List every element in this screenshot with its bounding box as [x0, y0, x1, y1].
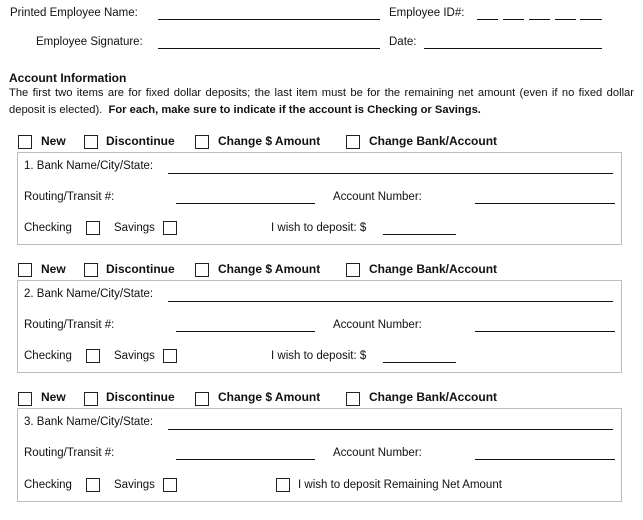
new-label: New: [41, 262, 66, 276]
new-label: New: [41, 134, 66, 148]
account-details-box: 2. Bank Name/City/State: Routing/Transit…: [17, 280, 622, 373]
change-amount-label: Change $ Amount: [218, 134, 321, 148]
employee-id-digit-field[interactable]: [477, 19, 498, 20]
change-amount-checkbox[interactable]: [195, 135, 209, 149]
discontinue-checkbox[interactable]: [84, 135, 98, 149]
discontinue-checkbox[interactable]: [84, 263, 98, 277]
remaining-net-amount-checkbox[interactable]: [276, 478, 290, 492]
account-section-1: New Discontinue Change $ Amount Change B…: [0, 133, 643, 253]
checking-checkbox[interactable]: [86, 221, 100, 235]
employee-id-digit-field[interactable]: [529, 19, 550, 20]
account-number-field[interactable]: [475, 331, 615, 332]
routing-field[interactable]: [176, 331, 315, 332]
discontinue-label: Discontinue: [106, 390, 175, 404]
routing-field[interactable]: [176, 203, 315, 204]
checking-label: Checking: [24, 350, 72, 362]
account-number-field[interactable]: [475, 459, 615, 460]
deposit-label: I wish to deposit: $: [271, 222, 367, 234]
account-info-instructions: The first two items are for fixed dollar…: [9, 85, 634, 119]
bank-name-field[interactable]: [168, 301, 613, 302]
routing-label: Routing/Transit #:: [24, 191, 115, 203]
account-section-2: New Discontinue Change $ Amount Change B…: [0, 261, 643, 381]
bank-name-label: 3. Bank Name/City/State:: [24, 416, 154, 428]
new-checkbox[interactable]: [18, 263, 32, 277]
change-bank-checkbox[interactable]: [346, 392, 360, 406]
routing-label: Routing/Transit #:: [24, 447, 115, 459]
discontinue-label: Discontinue: [106, 134, 175, 148]
checking-label: Checking: [24, 479, 72, 491]
savings-label: Savings: [114, 222, 155, 234]
routing-label: Routing/Transit #:: [24, 319, 115, 331]
new-label: New: [41, 390, 66, 404]
change-amount-label: Change $ Amount: [218, 390, 321, 404]
savings-label: Savings: [114, 350, 155, 362]
checking-checkbox[interactable]: [86, 478, 100, 492]
bank-name-field[interactable]: [168, 429, 613, 430]
printed-name-label: Printed Employee Name:: [10, 7, 138, 19]
employee-id-digit-field[interactable]: [503, 19, 524, 20]
bank-name-field[interactable]: [168, 173, 613, 174]
deposit-amount-field[interactable]: [383, 362, 456, 363]
remaining-net-amount-label: I wish to deposit Remaining Net Amount: [298, 479, 502, 491]
account-number-label: Account Number:: [333, 191, 422, 203]
date-field[interactable]: [424, 48, 602, 49]
change-amount-checkbox[interactable]: [195, 392, 209, 406]
deposit-amount-field[interactable]: [383, 234, 456, 235]
routing-field[interactable]: [176, 459, 315, 460]
account-info-heading: Account Information: [9, 71, 127, 85]
account-number-label: Account Number:: [333, 319, 422, 331]
account-number-field[interactable]: [475, 203, 615, 204]
change-amount-checkbox[interactable]: [195, 263, 209, 277]
discontinue-checkbox[interactable]: [84, 392, 98, 406]
new-checkbox[interactable]: [18, 135, 32, 149]
savings-label: Savings: [114, 479, 155, 491]
account-details-box: 3. Bank Name/City/State: Routing/Transit…: [17, 408, 622, 502]
checking-label: Checking: [24, 222, 72, 234]
discontinue-label: Discontinue: [106, 262, 175, 276]
deposit-label: I wish to deposit: $: [271, 350, 367, 362]
account-section-3: New Discontinue Change $ Amount Change B…: [0, 389, 643, 514]
savings-checkbox[interactable]: [163, 221, 177, 235]
change-bank-checkbox[interactable]: [346, 263, 360, 277]
instructions-emphasis: For each, make sure to indicate if the a…: [108, 104, 481, 116]
savings-checkbox[interactable]: [163, 349, 177, 363]
new-checkbox[interactable]: [18, 392, 32, 406]
account-details-box: 1. Bank Name/City/State: Routing/Transit…: [17, 152, 622, 245]
change-bank-checkbox[interactable]: [346, 135, 360, 149]
employee-id-digit-field[interactable]: [580, 19, 602, 20]
change-amount-label: Change $ Amount: [218, 262, 321, 276]
savings-checkbox[interactable]: [163, 478, 177, 492]
account-number-label: Account Number:: [333, 447, 422, 459]
change-bank-label: Change Bank/Account: [369, 390, 498, 404]
checking-checkbox[interactable]: [86, 349, 100, 363]
employee-id-label: Employee ID#:: [389, 7, 465, 19]
signature-label: Employee Signature:: [36, 36, 143, 48]
bank-name-label: 1. Bank Name/City/State:: [24, 160, 154, 172]
change-bank-label: Change Bank/Account: [369, 262, 498, 276]
bank-name-label: 2. Bank Name/City/State:: [24, 288, 154, 300]
change-bank-label: Change Bank/Account: [369, 134, 498, 148]
printed-name-field[interactable]: [158, 19, 380, 20]
employee-id-digit-field[interactable]: [555, 19, 576, 20]
date-label: Date:: [389, 36, 417, 48]
signature-field[interactable]: [158, 48, 380, 49]
